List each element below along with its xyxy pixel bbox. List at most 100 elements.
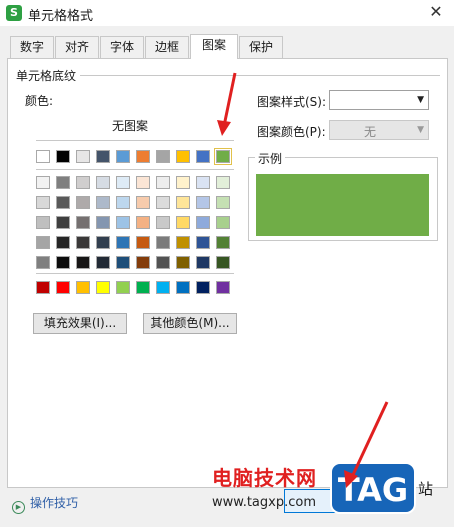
color-swatch[interactable] bbox=[156, 236, 170, 249]
sample-preview bbox=[256, 174, 429, 236]
color-swatch[interactable] bbox=[36, 236, 50, 249]
color-swatch[interactable] bbox=[116, 256, 130, 269]
chevron-down-icon: ▼ bbox=[417, 95, 424, 105]
color-swatch[interactable] bbox=[96, 256, 110, 269]
color-swatch[interactable] bbox=[56, 150, 70, 163]
color-swatch[interactable] bbox=[116, 150, 130, 163]
palette-divider bbox=[36, 273, 234, 274]
group-divider bbox=[80, 75, 440, 76]
watermark-site-char: 站 bbox=[418, 480, 434, 498]
color-swatch[interactable] bbox=[76, 281, 90, 294]
color-swatch[interactable] bbox=[136, 236, 150, 249]
pattern-color-value: 无 bbox=[363, 125, 376, 139]
color-swatch[interactable] bbox=[176, 150, 190, 163]
fill-effects-button[interactable]: 填充效果(I)... bbox=[33, 313, 127, 334]
tab-protection[interactable]: 保护 bbox=[239, 36, 283, 58]
color-swatch[interactable] bbox=[214, 148, 232, 165]
color-swatch[interactable] bbox=[176, 281, 190, 294]
color-swatch[interactable] bbox=[176, 256, 190, 269]
color-swatch[interactable] bbox=[216, 216, 230, 229]
color-swatch[interactable] bbox=[136, 196, 150, 209]
color-swatch[interactable] bbox=[56, 196, 70, 209]
color-swatch[interactable] bbox=[136, 150, 150, 163]
color-swatch[interactable] bbox=[196, 176, 210, 189]
color-swatch[interactable] bbox=[56, 176, 70, 189]
color-label: 颜色: bbox=[25, 94, 54, 108]
color-swatch[interactable] bbox=[96, 176, 110, 189]
pattern-color-label: 图案颜色(P): bbox=[257, 125, 326, 139]
color-swatch[interactable] bbox=[56, 216, 70, 229]
color-swatch[interactable] bbox=[156, 196, 170, 209]
pattern-tab-panel: 单元格底纹 颜色: 无图案 填充效果(I)... 其他颜色(M)... 图案样式… bbox=[7, 58, 448, 488]
color-swatch[interactable] bbox=[156, 150, 170, 163]
color-swatch[interactable] bbox=[156, 281, 170, 294]
tab-number[interactable]: 数字 bbox=[10, 36, 54, 58]
color-swatch[interactable] bbox=[176, 236, 190, 249]
color-swatch[interactable] bbox=[96, 236, 110, 249]
color-swatch[interactable] bbox=[196, 236, 210, 249]
color-swatch[interactable] bbox=[196, 150, 210, 163]
close-button[interactable]: ✕ bbox=[426, 2, 446, 22]
color-swatch[interactable] bbox=[216, 281, 230, 294]
color-swatch[interactable] bbox=[216, 236, 230, 249]
color-swatch[interactable] bbox=[96, 281, 110, 294]
color-swatch[interactable] bbox=[176, 176, 190, 189]
palette-divider bbox=[36, 140, 234, 141]
color-swatch[interactable] bbox=[196, 216, 210, 229]
pattern-style-label: 图案样式(S): bbox=[257, 95, 327, 109]
tab-pattern[interactable]: 图案 bbox=[190, 34, 238, 59]
more-colors-button[interactable]: 其他颜色(M)... bbox=[143, 313, 237, 334]
color-swatch[interactable] bbox=[116, 176, 130, 189]
color-swatch[interactable] bbox=[36, 256, 50, 269]
color-swatch[interactable] bbox=[56, 281, 70, 294]
color-swatch[interactable] bbox=[156, 216, 170, 229]
color-swatch[interactable] bbox=[196, 281, 210, 294]
palette-divider bbox=[36, 169, 234, 170]
color-swatch[interactable] bbox=[156, 176, 170, 189]
watermark-brand-text: 电脑技术网 bbox=[212, 466, 317, 490]
color-swatch[interactable] bbox=[76, 196, 90, 209]
tab-alignment[interactable]: 对齐 bbox=[55, 36, 99, 58]
color-swatch[interactable] bbox=[56, 236, 70, 249]
color-swatch[interactable] bbox=[76, 216, 90, 229]
color-swatch[interactable] bbox=[56, 256, 70, 269]
dialog-title: 单元格格式 bbox=[28, 9, 94, 24]
color-swatch[interactable] bbox=[96, 150, 110, 163]
tab-font[interactable]: 字体 bbox=[100, 36, 144, 58]
watermark-url: www.tagxp.com bbox=[212, 495, 316, 510]
color-swatch[interactable] bbox=[36, 150, 50, 163]
pattern-style-select[interactable]: ▼ bbox=[329, 90, 429, 110]
color-swatch[interactable] bbox=[136, 256, 150, 269]
color-swatch[interactable] bbox=[216, 176, 230, 189]
color-swatch[interactable] bbox=[216, 256, 230, 269]
color-swatch[interactable] bbox=[176, 196, 190, 209]
color-swatch[interactable] bbox=[36, 196, 50, 209]
color-swatch[interactable] bbox=[96, 216, 110, 229]
color-swatch[interactable] bbox=[76, 236, 90, 249]
no-pattern-option[interactable]: 无图案 bbox=[112, 117, 148, 134]
help-label: 操作技巧 bbox=[30, 496, 79, 510]
color-swatch[interactable] bbox=[116, 236, 130, 249]
color-swatch[interactable] bbox=[36, 176, 50, 189]
color-swatch[interactable] bbox=[36, 216, 50, 229]
color-swatch[interactable] bbox=[196, 256, 210, 269]
color-swatch[interactable] bbox=[136, 281, 150, 294]
color-swatch[interactable] bbox=[116, 196, 130, 209]
color-swatch[interactable] bbox=[136, 176, 150, 189]
help-link[interactable]: ▶ 操作技巧 bbox=[12, 494, 78, 514]
color-swatch[interactable] bbox=[116, 281, 130, 294]
color-swatch[interactable] bbox=[176, 216, 190, 229]
color-swatch[interactable] bbox=[156, 256, 170, 269]
color-swatch[interactable] bbox=[216, 196, 230, 209]
tab-border[interactable]: 边框 bbox=[145, 36, 189, 58]
color-swatch[interactable] bbox=[76, 176, 90, 189]
color-swatch[interactable] bbox=[196, 196, 210, 209]
title-bar: S 单元格格式 ✕ bbox=[0, 0, 454, 26]
color-swatch[interactable] bbox=[36, 281, 50, 294]
color-swatch[interactable] bbox=[116, 216, 130, 229]
color-swatch[interactable] bbox=[76, 150, 90, 163]
color-swatch[interactable] bbox=[96, 196, 110, 209]
chevron-down-icon: ▼ bbox=[417, 125, 424, 135]
color-swatch[interactable] bbox=[136, 216, 150, 229]
color-swatch[interactable] bbox=[76, 256, 90, 269]
